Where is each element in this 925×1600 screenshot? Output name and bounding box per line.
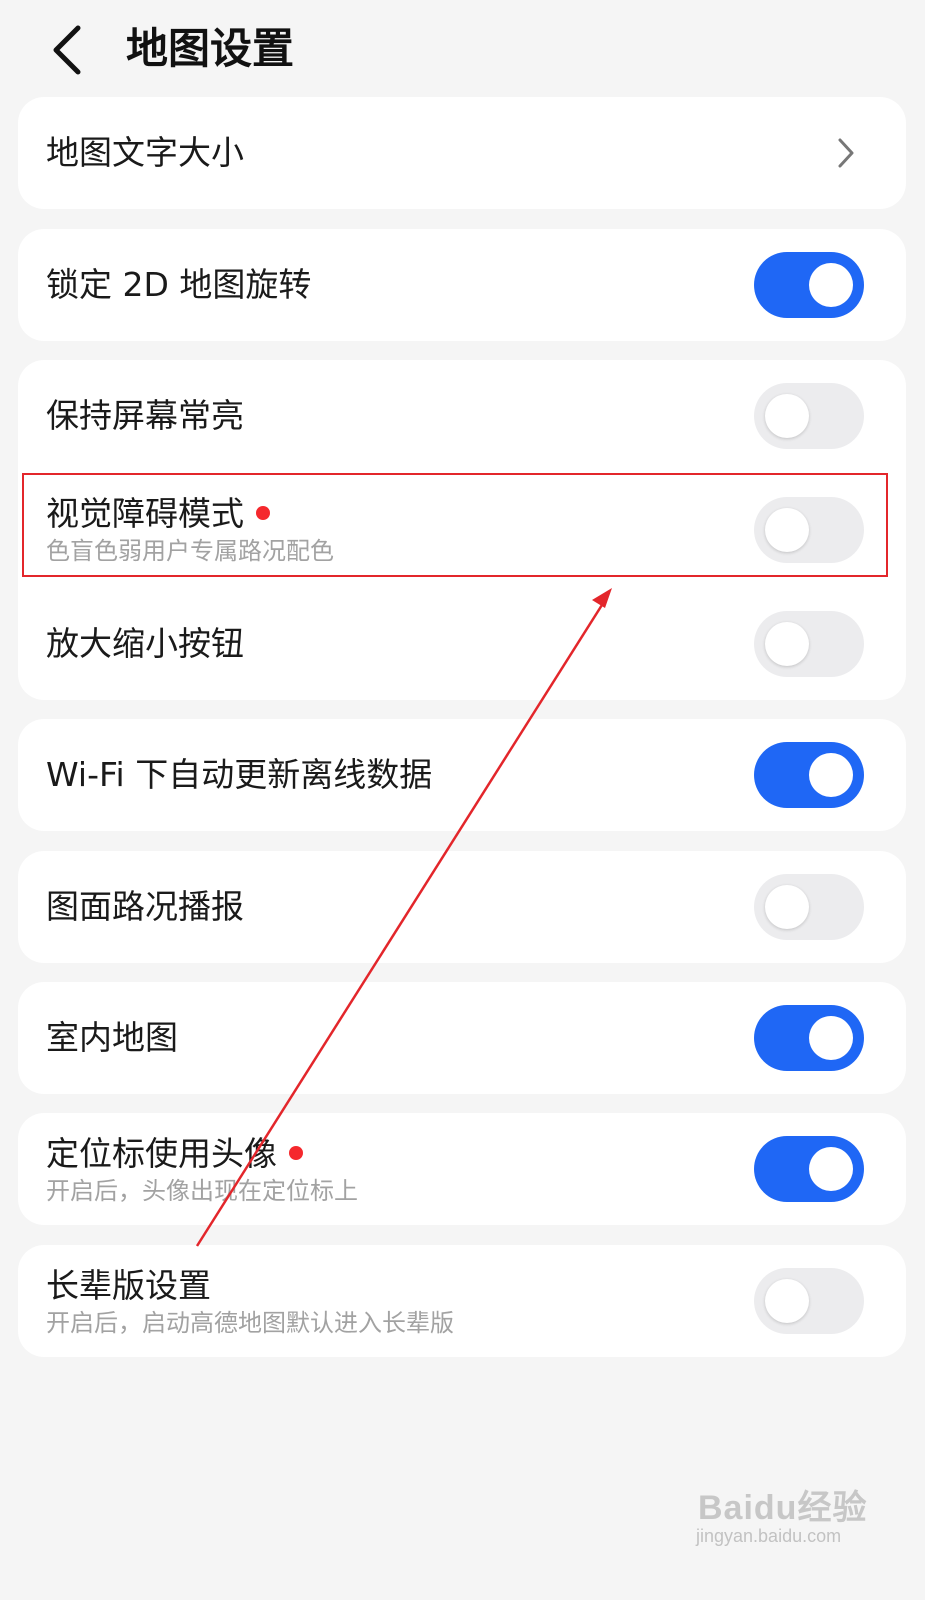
setting-row-zoom-buttons: 放大缩小按钮 xyxy=(18,588,906,700)
toggle-knob xyxy=(765,394,809,438)
settings-card-text-size: 地图文字大小 xyxy=(18,97,906,209)
zoom-buttons-toggle[interactable] xyxy=(754,611,864,677)
settings-card-elder: 长辈版设置 开启后，启动高德地图默认进入长辈版 xyxy=(18,1245,906,1357)
setting-label: 图面路况播报 xyxy=(46,887,244,926)
toggle-knob xyxy=(765,1279,809,1323)
settings-card-indoor: 室内地图 xyxy=(18,982,906,1094)
visual-impairment-mode-toggle[interactable] xyxy=(754,497,864,563)
chevron-left-icon[interactable] xyxy=(46,22,94,78)
setting-label-wrap: 视觉障碍模式 xyxy=(46,493,270,535)
setting-row-traffic-broadcast: 图面路况播报 xyxy=(18,851,906,963)
setting-row-map-text-size[interactable]: 地图文字大小 xyxy=(18,97,906,209)
setting-row-keep-screen-on: 保持屏幕常亮 xyxy=(18,360,906,472)
avatar-location-marker-toggle[interactable] xyxy=(754,1136,864,1202)
page-title: 地图设置 xyxy=(126,24,295,73)
setting-label: 放大缩小按钮 xyxy=(46,624,244,663)
settings-card-avatar: 定位标使用头像 开启后，头像出现在定位标上 xyxy=(18,1113,906,1225)
toggle-knob xyxy=(809,1147,853,1191)
setting-label: 锁定 2D 地图旋转 xyxy=(46,265,312,304)
settings-card-offline: Wi-Fi 下自动更新离线数据 xyxy=(18,719,906,831)
setting-label: 定位标使用头像 xyxy=(46,1134,277,1173)
setting-row-wifi-auto-update: Wi-Fi 下自动更新离线数据 xyxy=(18,719,906,831)
setting-sublabel: 开启后，启动高德地图默认进入长辈版 xyxy=(46,1309,454,1337)
setting-row-visual-impairment-mode: 视觉障碍模式 色盲色弱用户专属路况配色 xyxy=(18,473,906,577)
toggle-knob xyxy=(765,885,809,929)
toggle-knob xyxy=(765,508,809,552)
settings-card-rotation: 锁定 2D 地图旋转 xyxy=(18,229,906,341)
traffic-broadcast-toggle[interactable] xyxy=(754,874,864,940)
keep-screen-on-toggle[interactable] xyxy=(754,383,864,449)
setting-label: 保持屏幕常亮 xyxy=(46,396,244,435)
watermark-url: jingyan.baidu.com xyxy=(696,1526,842,1546)
setting-label: 室内地图 xyxy=(46,1018,178,1057)
elder-mode-toggle[interactable] xyxy=(754,1268,864,1334)
new-feature-dot xyxy=(289,1145,303,1160)
setting-label: 长辈版设置 xyxy=(46,1266,211,1305)
settings-card-traffic: 图面路况播报 xyxy=(18,851,906,963)
setting-label: Wi-Fi 下自动更新离线数据 xyxy=(46,755,433,794)
lock-2d-rotation-toggle[interactable] xyxy=(754,252,864,318)
toggle-knob xyxy=(809,1016,853,1060)
setting-label: 地图文字大小 xyxy=(46,133,244,172)
indoor-map-toggle[interactable] xyxy=(754,1005,864,1071)
setting-label: 视觉障碍模式 xyxy=(46,494,244,533)
wifi-auto-update-toggle[interactable] xyxy=(754,742,864,808)
chevron-right-icon xyxy=(838,138,854,168)
setting-row-elder-mode: 长辈版设置 开启后，启动高德地图默认进入长辈版 xyxy=(18,1245,906,1357)
watermark-brand: Baidu经验 xyxy=(698,1489,868,1527)
toggle-knob xyxy=(765,622,809,666)
setting-row-lock-2d-rotation: 锁定 2D 地图旋转 xyxy=(18,229,906,341)
setting-row-avatar-location-marker: 定位标使用头像 开启后，头像出现在定位标上 xyxy=(18,1113,906,1225)
setting-row-indoor-map: 室内地图 xyxy=(18,982,906,1094)
settings-card-display: 保持屏幕常亮 视觉障碍模式 色盲色弱用户专属路况配色 放大缩小按钮 xyxy=(18,360,906,700)
watermark: Baidu经验 jingyan.baidu.com xyxy=(690,1470,910,1580)
new-feature-dot xyxy=(256,505,270,520)
setting-label-wrap: 定位标使用头像 xyxy=(46,1133,303,1175)
toggle-knob xyxy=(809,263,853,307)
setting-sublabel: 色盲色弱用户专属路况配色 xyxy=(46,537,334,565)
toggle-knob xyxy=(809,753,853,797)
setting-sublabel: 开启后，头像出现在定位标上 xyxy=(46,1177,358,1205)
header: 地图设置 xyxy=(0,0,925,100)
